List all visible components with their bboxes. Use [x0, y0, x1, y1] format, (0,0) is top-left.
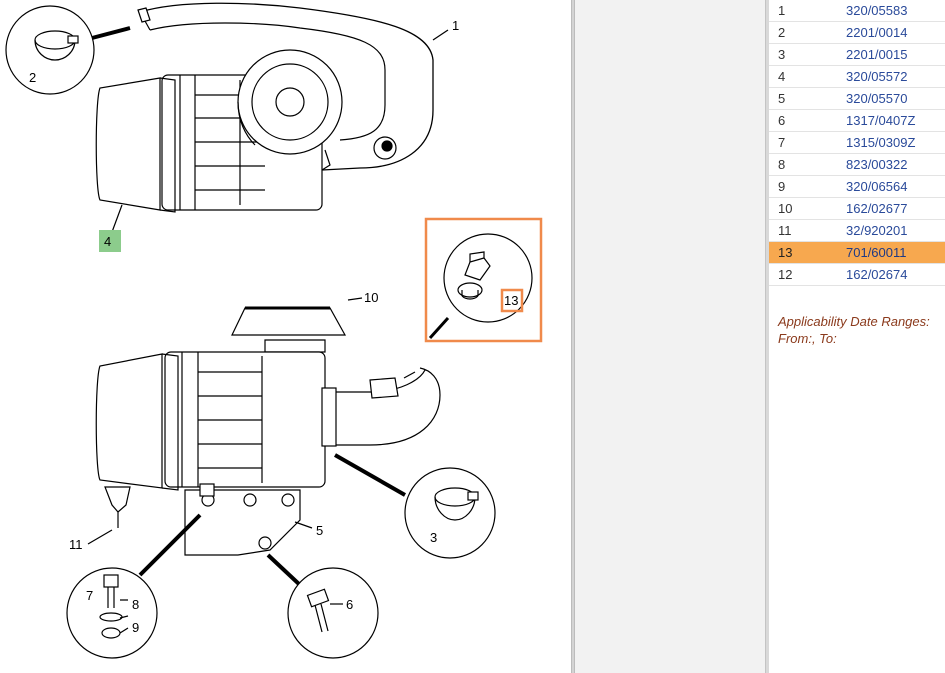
diagram-svg: 1 2 3 4 5 6 7 8 9 10 11 13 320-20839-1 [5, 2, 559, 670]
row-item-number: 1 [778, 3, 786, 18]
row-item-number: 3 [778, 47, 786, 62]
callout-5[interactable]: 5 [316, 523, 323, 538]
row-part-number-link[interactable]: 320/05570 [846, 91, 907, 106]
row-item-number: 13 [778, 245, 793, 260]
row-part-number-link[interactable]: 320/05583 [846, 3, 907, 18]
detail-circle-2 [5, 5, 95, 95]
parts-row[interactable]: 1 320/05583 [769, 0, 945, 22]
row-part-number-link[interactable]: 701/60011 [846, 245, 907, 260]
row-item-number: 7 [778, 135, 786, 150]
detail-circle-fasteners [66, 567, 158, 659]
row-part-number-link[interactable]: 320/06564 [846, 179, 907, 194]
row-item-number: 4 [778, 69, 786, 84]
empty-pane [575, 0, 765, 673]
diagram-reference-code: 320-20839-1 [488, 656, 559, 670]
parts-row[interactable]: 7 1315/0309Z [769, 132, 945, 154]
row-item-number: 10 [778, 201, 793, 216]
parts-row-selected[interactable]: 13 701/60011 [769, 242, 945, 264]
parts-row[interactable]: 5 320/05570 [769, 88, 945, 110]
row-item-number: 2 [778, 25, 786, 40]
row-item-number: 9 [778, 179, 786, 194]
parts-row[interactable]: 3 2201/0015 [769, 44, 945, 66]
row-part-number-link[interactable]: 162/02677 [846, 201, 907, 216]
parts-row[interactable]: 4 320/05572 [769, 66, 945, 88]
callout-7[interactable]: 7 [86, 588, 93, 603]
applicability-range: From:, To: [778, 331, 837, 346]
row-part-number-link[interactable]: 2201/0014 [846, 25, 907, 40]
top-assembly [91, 2, 449, 233]
parts-table: 1 320/05583 2 2201/0014 3 2201/0015 4 320/05572… [769, 0, 945, 286]
callout-10[interactable]: 10 [364, 290, 378, 305]
parts-row[interactable]: 9 320/06564 [769, 176, 945, 198]
row-item-number: 11 [778, 223, 792, 238]
callout-6[interactable]: 6 [346, 597, 353, 612]
row-part-number-link[interactable]: 2201/0015 [846, 47, 907, 62]
parts-row[interactable]: 12 162/02674 [769, 264, 945, 286]
callout-13[interactable]: 13 [504, 293, 518, 308]
row-item-number: 6 [778, 113, 786, 128]
detail-circle-13 [424, 217, 543, 343]
row-part-number-link[interactable]: 162/02674 [846, 267, 907, 282]
row-part-number-link[interactable]: 320/05572 [846, 69, 907, 84]
callout-9[interactable]: 9 [132, 620, 139, 635]
row-item-number: 12 [778, 267, 793, 282]
row-part-number-link[interactable]: 823/00322 [846, 157, 907, 172]
parts-row[interactable]: 2 2201/0014 [769, 22, 945, 44]
callout-3[interactable]: 3 [430, 530, 437, 545]
callout-11[interactable]: 11 [69, 537, 83, 552]
parts-list-pane: 1 320/05583 2 2201/0014 3 2201/0015 4 320/05572… [769, 0, 945, 673]
callout-1[interactable]: 1 [452, 18, 459, 33]
parts-row[interactable]: 11 32/920201 [769, 220, 945, 242]
exploded-diagram: 1 2 3 4 5 6 7 8 9 10 11 13 320-20839-1 [0, 0, 571, 673]
parts-row[interactable]: 10 162/02677 [769, 198, 945, 220]
callout-2[interactable]: 2 [29, 70, 36, 85]
row-item-number: 5 [778, 91, 786, 106]
parts-row[interactable]: 6 1317/0407Z [769, 110, 945, 132]
applicability-label: Applicability Date Ranges: [778, 314, 930, 329]
callout-4[interactable]: 4 [104, 234, 111, 249]
detail-circle-3 [404, 467, 496, 559]
row-part-number-link[interactable]: 1317/0407Z [846, 113, 915, 128]
bottom-assembly [87, 297, 441, 587]
row-part-number-link[interactable]: 1315/0309Z [846, 135, 915, 150]
callout-8[interactable]: 8 [132, 597, 139, 612]
parts-row[interactable]: 8 823/00322 [769, 154, 945, 176]
row-item-number: 8 [778, 157, 786, 172]
row-part-number-link[interactable]: 32/920201 [846, 223, 907, 238]
detail-circle-6 [287, 567, 379, 659]
applicability-section: Applicability Date Ranges: From:, To: [778, 313, 930, 347]
